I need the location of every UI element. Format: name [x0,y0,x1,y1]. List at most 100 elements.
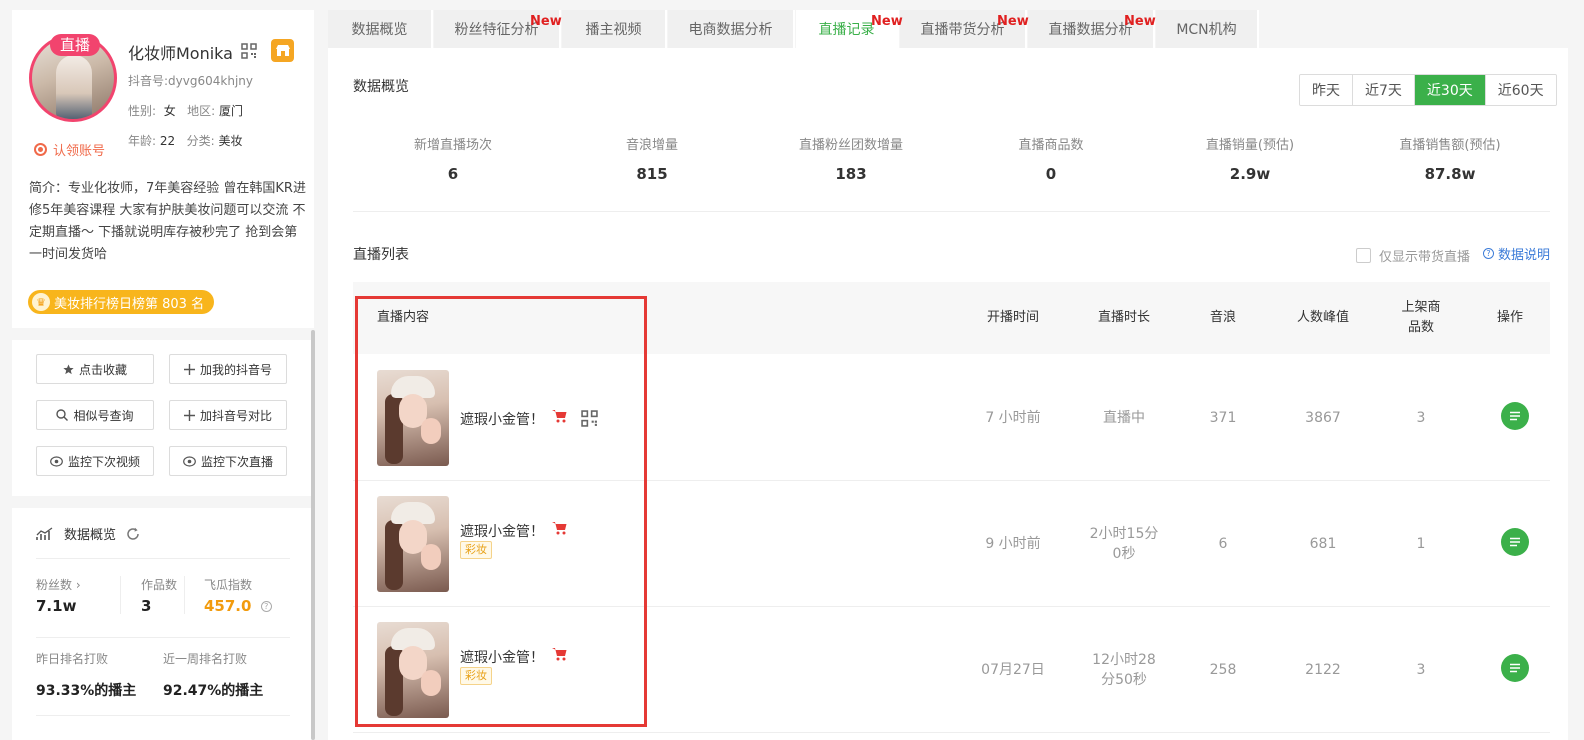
stat-label: 直播销量(预估) [1205,138,1295,153]
rank-badge-label: 美妆排行榜日榜第 803 名 [54,296,205,312]
cart-icon[interactable] [552,409,567,423]
live-badge[interactable]: 直播 [50,34,100,56]
similar-search-button[interactable]: 相似号查询 [36,400,154,430]
stat-value: 6 [447,165,459,183]
monitor-live-button[interactable]: 监控下次直播 [169,446,287,476]
stat-value: 87.8w [1424,165,1476,183]
target-icon [34,143,47,156]
tab-overview[interactable]: 数据概览 [328,10,433,48]
cell-sound: 371 [1209,410,1237,426]
col-goods[interactable]: 上架商品数 [1397,282,1445,354]
live-title[interactable]: 遮瑕小金管！ [460,647,544,667]
region-label: 地区: [187,104,216,118]
list-icon [1510,537,1520,547]
divider [36,558,290,559]
works-label: 作品数 [141,578,178,592]
monitor-video-label: 监控下次视频 [67,454,140,469]
cart-icon[interactable] [552,521,567,535]
age-label: 年龄: [128,134,157,148]
list-icon [1510,411,1520,421]
cell-goods: 3 [1416,662,1426,678]
cart-icon[interactable] [552,647,567,661]
section-divider [12,328,314,340]
data-help-link[interactable]: ? 数据说明 [1483,244,1550,263]
claim-account-link[interactable]: 认领账号 [34,140,105,159]
douyin-id-value: dyvg604khjny [168,74,253,88]
shop-icon[interactable] [271,39,294,62]
qrcode-icon[interactable] [241,43,257,59]
stat-fan-club-increase: 直播粉丝团数增量 183 [751,134,951,183]
col-peak[interactable]: 人数峰值 [1283,282,1363,354]
profile-sidebar: 直播 化妆师Monika 抖音号:dyvg604khjny 性别: 女 地区: … [12,10,314,740]
tab-bar: 数据概览 粉丝特征分析 播主视频 电商数据分析 直播记录 直播带货分析 直播数据… [328,10,1568,48]
cell-peak: 3867 [1305,410,1341,426]
table-row[interactable]: 遮瑕小金管！ 7 小时前 直播中 371 3867 3 [353,355,1550,481]
new-badge: New [997,14,1029,29]
week-rank-value: 92.47%的播主 [163,683,264,699]
col-operation: 操作 [1496,310,1523,325]
refresh-icon[interactable] [126,527,140,541]
tab-videos[interactable]: 播主视频 [562,10,667,48]
stat-sound-increase: 音浪增量 815 [552,134,752,183]
divider [184,576,185,614]
stat-live-goods: 直播商品数 0 [951,134,1151,183]
stat-live-sales: 直播销量(预估) 2.9w [1150,134,1350,183]
favorite-button[interactable]: 点击收藏 [36,354,154,384]
cell-duration: 12小时28分50秒 [1092,652,1156,688]
live-cover-image[interactable] [377,496,449,592]
plus-icon [183,363,195,375]
rank-badge[interactable]: ♛ 美妆排行榜日榜第 803 名 [28,290,215,314]
col-duration[interactable]: 直播时长 [1074,282,1174,354]
live-cover-image[interactable] [377,622,449,718]
douyin-id: 抖音号:dyvg604khjny [128,72,253,89]
detail-button[interactable] [1501,528,1529,556]
only-selling-filter[interactable]: 仅显示带货直播 [1356,246,1470,265]
col-start-time[interactable]: 开播时间 [963,282,1063,354]
add-my-douyin-button[interactable]: 加我的抖音号 [169,354,287,384]
sidebar-scrollbar[interactable] [311,330,315,740]
help-icon[interactable]: ? [260,601,272,612]
bio-text: 简介：专业化妆师，7年美容经验 曾在韩国KR进修5年美容课程 大家有护肤美妆问题… [29,181,306,262]
tab-ecommerce[interactable]: 电商数据分析 [668,10,795,48]
divider [120,576,121,614]
similar-search-label: 相似号查询 [73,408,134,423]
only-selling-label: 仅显示带货直播 [1379,250,1471,265]
detail-button[interactable] [1501,654,1529,682]
period-60days[interactable]: 近60天 [1485,75,1556,105]
stat-live-revenue: 直播销售额(预估) 87.8w [1350,134,1550,183]
detail-button[interactable] [1501,402,1529,430]
table-row[interactable]: 遮瑕小金管！ 彩妆 07月27日 12小时28分50秒 258 2122 3 [353,607,1550,733]
region-value: 厦门 [219,104,244,118]
chevron-right-icon: › [75,578,81,592]
live-title[interactable]: 遮瑕小金管！ [460,521,544,541]
stat-label: 直播粉丝团数增量 [798,138,903,153]
monitor-video-button[interactable]: 监控下次视频 [36,446,154,476]
stat-value: 183 [835,165,867,183]
fans-label: 粉丝数 [36,578,73,592]
live-cover-image[interactable] [377,370,449,466]
week-rank-label: 近一周排名打败 [163,652,248,666]
gender-region: 性别: 女 地区: 厦门 [128,102,243,119]
col-sound[interactable]: 音浪 [1193,282,1253,354]
period-yesterday[interactable]: 昨天 [1300,75,1353,105]
cell-sound: 6 [1218,536,1228,552]
period-30days[interactable]: 近30天 [1414,75,1486,105]
live-title[interactable]: 遮瑕小金管！ [460,409,544,429]
list-icon [1510,663,1520,673]
tab-mcn[interactable]: MCN机构 [1156,10,1259,48]
cell-duration: 直播中 [1103,410,1145,426]
add-compare-button[interactable]: 加抖音号对比 [169,400,287,430]
table-row[interactable]: 遮瑕小金管！ 彩妆 9 小时前 2小时15分0秒 6 681 1 [353,481,1550,607]
main-panel: 数据概览 昨天 近7天 近30天 近60天 新增直播场次 6 音浪增量 815 … [328,48,1568,740]
fans-label-link[interactable]: 粉丝数 › [36,576,81,593]
period-7days[interactable]: 近7天 [1353,75,1415,105]
divider [353,211,1550,212]
period-selector: 昨天 近7天 近30天 近60天 [1299,74,1557,106]
fans-value: 7.1w [36,597,77,615]
live-list-title: 直播列表 [353,247,409,263]
category-tag: 彩妆 [460,667,492,685]
qrcode-icon[interactable] [581,410,598,427]
only-selling-checkbox[interactable] [1356,248,1371,263]
new-badge: New [871,14,903,29]
overview-title: 数据概览 [64,528,117,543]
